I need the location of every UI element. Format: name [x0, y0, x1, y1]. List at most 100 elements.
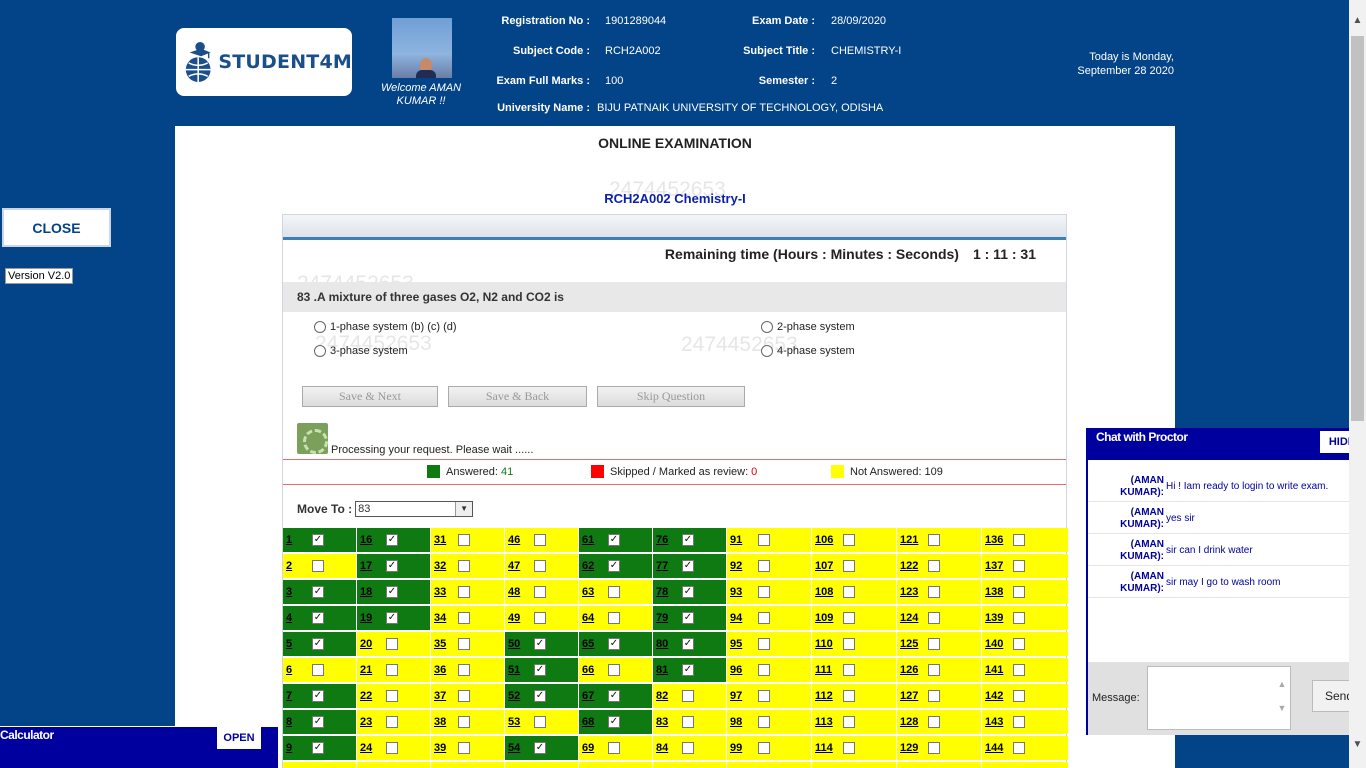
question-cell-17[interactable]: 17 ✓ [357, 554, 430, 578]
question-link[interactable]: 127 [900, 690, 918, 702]
checkbox-icon[interactable] [928, 664, 940, 676]
question-cell-51[interactable]: 51 ✓ [505, 658, 578, 682]
question-link[interactable]: 4 [286, 612, 292, 624]
question-link[interactable]: 121 [900, 534, 918, 546]
question-link[interactable]: 50 [508, 638, 520, 650]
radio-button-icon[interactable] [314, 321, 326, 333]
question-link[interactable]: 21 [360, 664, 372, 676]
textarea-scrollbar[interactable]: ▲ ▼ [1274, 667, 1290, 729]
question-link[interactable]: 128 [900, 716, 918, 728]
radio-button-icon[interactable] [761, 321, 773, 333]
checked-checkbox-icon[interactable]: ✓ [682, 586, 694, 598]
radio-button-icon[interactable] [314, 345, 326, 357]
question-cell-85[interactable]: 85 [653, 762, 726, 768]
question-cell-129[interactable]: 129 [897, 736, 981, 760]
question-link[interactable]: 3 [286, 586, 292, 598]
checkbox-icon[interactable] [758, 560, 770, 572]
checkbox-icon[interactable] [608, 586, 620, 598]
question-cell-99[interactable]: 99 [727, 736, 811, 760]
page-scrollbar[interactable]: ▲ ▼ [1349, 0, 1366, 768]
checkbox-icon[interactable] [843, 560, 855, 572]
question-cell-110[interactable]: 110 [812, 632, 896, 656]
question-link[interactable]: 76 [656, 534, 668, 546]
question-cell-114[interactable]: 114 [812, 736, 896, 760]
question-link[interactable]: 112 [815, 690, 833, 702]
question-cell-78[interactable]: 78 ✓ [653, 580, 726, 604]
question-cell-33[interactable]: 33 [431, 580, 504, 604]
question-cell-50[interactable]: 50 ✓ [505, 632, 578, 656]
question-link[interactable]: 83 [656, 716, 668, 728]
question-cell-144[interactable]: 144 [982, 736, 1068, 760]
question-cell-6[interactable]: 6 [283, 658, 356, 682]
checked-checkbox-icon[interactable]: ✓ [534, 664, 546, 676]
checkbox-icon[interactable] [682, 742, 694, 754]
question-link[interactable]: 33 [434, 586, 446, 598]
checked-checkbox-icon[interactable]: ✓ [608, 534, 620, 546]
question-link[interactable]: 95 [730, 638, 742, 650]
question-link[interactable]: 114 [815, 742, 833, 754]
checkbox-icon[interactable] [458, 716, 470, 728]
question-link[interactable]: 23 [360, 716, 372, 728]
question-link[interactable]: 137 [985, 560, 1003, 572]
question-cell-4[interactable]: 4 ✓ [283, 606, 356, 630]
question-link[interactable]: 80 [656, 638, 668, 650]
question-cell-80[interactable]: 80 ✓ [653, 632, 726, 656]
question-cell-115[interactable]: 115 [812, 762, 896, 768]
question-cell-47[interactable]: 47 [505, 554, 578, 578]
checkbox-icon[interactable] [843, 638, 855, 650]
question-cell-139[interactable]: 139 [982, 606, 1068, 630]
checkbox-icon[interactable] [928, 716, 940, 728]
question-link[interactable]: 138 [985, 586, 1003, 598]
question-link[interactable]: 65 [582, 638, 594, 650]
checkbox-icon[interactable] [1013, 612, 1025, 624]
question-link[interactable]: 144 [985, 742, 1003, 754]
checkbox-icon[interactable] [928, 742, 940, 754]
question-cell-49[interactable]: 49 [505, 606, 578, 630]
question-cell-143[interactable]: 143 [982, 710, 1068, 734]
skip-question-button[interactable]: Skip Question [597, 386, 745, 407]
question-cell-141[interactable]: 141 [982, 658, 1068, 682]
question-link[interactable]: 98 [730, 716, 742, 728]
checkbox-icon[interactable] [1013, 560, 1025, 572]
question-cell-92[interactable]: 92 [727, 554, 811, 578]
checkbox-icon[interactable] [843, 716, 855, 728]
question-cell-68[interactable]: 68 ✓ [579, 710, 652, 734]
checkbox-icon[interactable] [928, 612, 940, 624]
checkbox-icon[interactable] [458, 742, 470, 754]
question-link[interactable]: 16 [360, 534, 372, 546]
question-link[interactable]: 6 [286, 664, 292, 676]
question-cell-16[interactable]: 16 ✓ [357, 528, 430, 552]
checkbox-icon[interactable] [758, 534, 770, 546]
checked-checkbox-icon[interactable]: ✓ [534, 742, 546, 754]
scroll-thumb[interactable] [1351, 36, 1364, 421]
question-link[interactable]: 107 [815, 560, 833, 572]
question-cell-62[interactable]: 62 ✓ [579, 554, 652, 578]
close-button[interactable]: CLOSE [2, 208, 111, 247]
question-cell-138[interactable]: 138 [982, 580, 1068, 604]
question-link[interactable]: 63 [582, 586, 594, 598]
question-cell-31[interactable]: 31 [431, 528, 504, 552]
question-cell-106[interactable]: 106 [812, 528, 896, 552]
checked-checkbox-icon[interactable]: ✓ [534, 690, 546, 702]
question-link[interactable]: 99 [730, 742, 742, 754]
checked-checkbox-icon[interactable]: ✓ [312, 742, 324, 754]
checkbox-icon[interactable] [928, 638, 940, 650]
question-link[interactable]: 22 [360, 690, 372, 702]
question-cell-109[interactable]: 109 [812, 606, 896, 630]
option-d[interactable]: 4-phase system [761, 345, 855, 357]
question-link[interactable]: 66 [582, 664, 594, 676]
question-cell-83[interactable]: 83 [653, 710, 726, 734]
question-link[interactable]: 111 [815, 664, 832, 676]
checkbox-icon[interactable] [386, 742, 398, 754]
question-link[interactable]: 19 [360, 612, 372, 624]
question-cell-55[interactable]: 55 [505, 762, 578, 768]
checked-checkbox-icon[interactable]: ✓ [608, 560, 620, 572]
question-link[interactable]: 141 [985, 664, 1003, 676]
question-cell-97[interactable]: 97 [727, 684, 811, 708]
checkbox-icon[interactable] [386, 716, 398, 728]
checkbox-icon[interactable] [608, 742, 620, 754]
question-link[interactable]: 35 [434, 638, 446, 650]
move-to-select[interactable]: 83 ▼ [355, 501, 474, 517]
question-link[interactable]: 38 [434, 716, 446, 728]
question-link[interactable]: 32 [434, 560, 446, 572]
